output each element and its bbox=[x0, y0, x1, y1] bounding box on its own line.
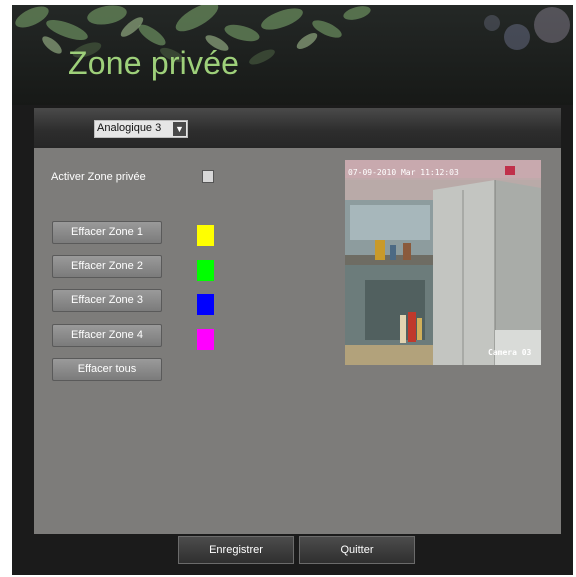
zone-1-color-swatch bbox=[197, 225, 214, 246]
page-title: Zone privée bbox=[68, 45, 240, 81]
clear-zone-1-button[interactable]: Effacer Zone 1 bbox=[52, 221, 162, 244]
channel-toolbar: Analogique 3 ▼ bbox=[34, 108, 561, 148]
clear-zone-2-button[interactable]: Effacer Zone 2 bbox=[52, 255, 162, 278]
zone-4-color-swatch bbox=[197, 329, 214, 350]
zone-3-color-swatch bbox=[197, 294, 214, 315]
save-button[interactable]: Enregistrer bbox=[178, 536, 294, 564]
chevron-down-icon[interactable]: ▼ bbox=[173, 122, 186, 136]
quit-button[interactable]: Quitter bbox=[299, 536, 415, 564]
enable-privacy-checkbox[interactable] bbox=[202, 170, 214, 183]
clear-all-button[interactable]: Effacer tous bbox=[52, 358, 162, 381]
enable-privacy-label: Activer Zone privée bbox=[51, 171, 146, 183]
channel-select[interactable]: Analogique 3 ▼ bbox=[94, 120, 188, 138]
settings-panel: Analogique 3 ▼ Activer Zone privée Effac… bbox=[34, 108, 561, 534]
clear-zone-4-button[interactable]: Effacer Zone 4 bbox=[52, 324, 162, 347]
camera-preview-image bbox=[345, 160, 541, 365]
header-banner: Zone privée bbox=[12, 5, 573, 105]
preview-camera-label: Camera 03 bbox=[488, 348, 532, 357]
channel-select-value: Analogique 3 bbox=[97, 122, 162, 134]
preview-timestamp: 07-09-2010 Mar 11:12:03 bbox=[348, 168, 459, 177]
clear-zone-3-button[interactable]: Effacer Zone 3 bbox=[52, 289, 162, 312]
zone-2-color-swatch bbox=[197, 260, 214, 281]
app-window: Zone privée Analogique 3 ▼ Activer Zone … bbox=[12, 5, 573, 575]
camera-preview[interactable]: 07-09-2010 Mar 11:12:03 Camera 03 bbox=[345, 160, 541, 365]
